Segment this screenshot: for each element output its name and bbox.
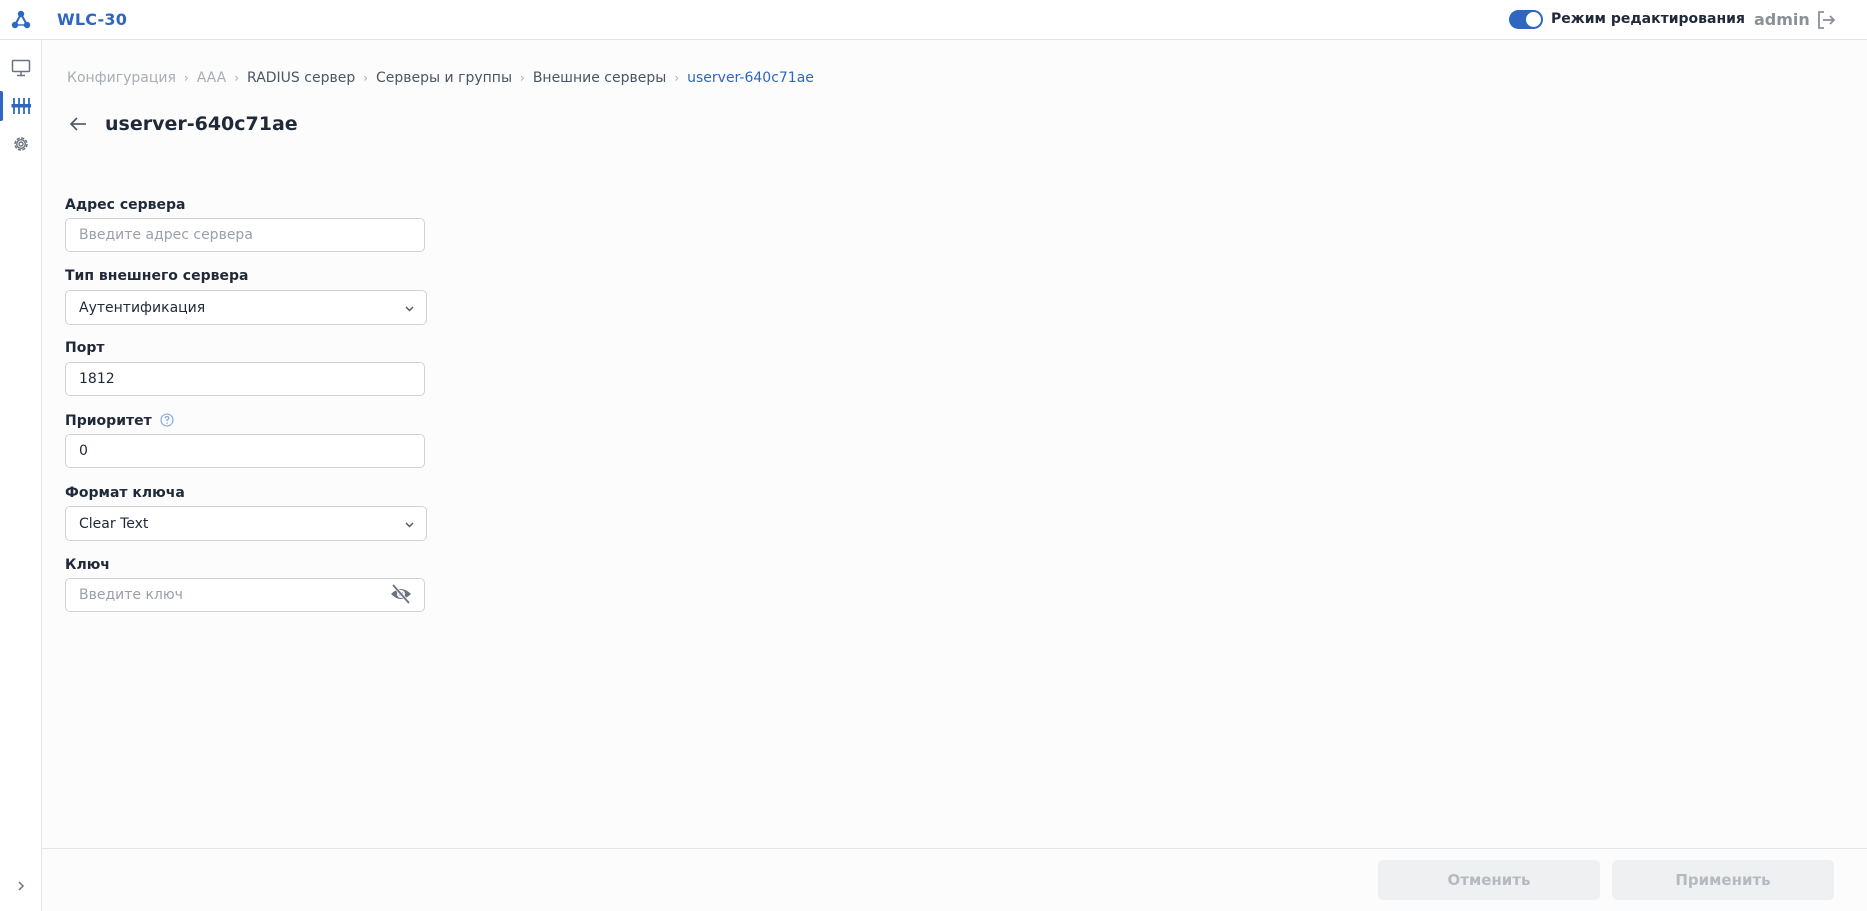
sidebar-item-monitoring[interactable] bbox=[0, 50, 42, 86]
sidebar-item-configuration[interactable] bbox=[0, 88, 42, 124]
toggle-knob bbox=[1526, 12, 1541, 27]
priority-label: Приоритет bbox=[65, 413, 174, 429]
user-name: admin bbox=[1754, 10, 1810, 29]
server-address-input[interactable] bbox=[65, 218, 425, 252]
chevron-down-icon bbox=[405, 306, 414, 312]
page-title: userver-640c71ae bbox=[105, 113, 298, 135]
network-nodes-icon bbox=[11, 10, 31, 29]
port-label: Порт bbox=[65, 340, 105, 356]
server-address-label: Адрес сервера bbox=[65, 197, 186, 213]
breadcrumb-item-servers-groups[interactable]: Серверы и группы bbox=[376, 70, 512, 86]
priority-label-text: Приоритет bbox=[65, 413, 152, 429]
chevron-right-icon: › bbox=[674, 71, 680, 85]
key-format-value: Clear Text bbox=[79, 516, 149, 532]
port-input[interactable] bbox=[65, 362, 425, 396]
breadcrumb-item-external-servers[interactable]: Внешние серверы bbox=[533, 70, 667, 86]
breadcrumb-item-current: userver-640c71ae bbox=[687, 70, 814, 86]
gear-icon bbox=[14, 137, 28, 151]
key-format-select[interactable]: Clear Text bbox=[65, 506, 427, 541]
chevron-right-icon: › bbox=[363, 71, 369, 85]
breadcrumb-item-aaa[interactable]: AAA bbox=[197, 70, 227, 86]
top-bar: WLC-30 Режим редактирования admin bbox=[0, 0, 1867, 40]
priority-input[interactable] bbox=[65, 434, 425, 468]
apply-button[interactable]: Применить bbox=[1612, 860, 1834, 900]
key-format-label: Формат ключа bbox=[65, 485, 185, 501]
chevron-right-icon: › bbox=[183, 71, 189, 85]
server-type-value: Аутентификация bbox=[79, 300, 206, 316]
key-input[interactable] bbox=[65, 578, 425, 612]
edit-mode-toggle[interactable] bbox=[1509, 10, 1543, 29]
breadcrumb-item-radius[interactable]: RADIUS сервер bbox=[247, 70, 355, 86]
cancel-button[interactable]: Отменить bbox=[1378, 860, 1600, 900]
server-type-select[interactable]: Аутентификация bbox=[65, 290, 427, 325]
breadcrumb: Конфигурация › AAA › RADIUS сервер › Серверы и… bbox=[67, 70, 814, 86]
logout-icon[interactable] bbox=[1815, 9, 1837, 31]
sliders-icon bbox=[11, 98, 31, 114]
monitor-icon bbox=[11, 59, 31, 77]
back-button[interactable] bbox=[67, 113, 89, 135]
server-type-label: Тип внешнего сервера bbox=[65, 268, 249, 284]
breadcrumb-item-configuration[interactable]: Конфигурация bbox=[67, 70, 176, 86]
key-label: Ключ bbox=[65, 557, 110, 573]
chevron-right-icon[interactable] bbox=[12, 877, 30, 895]
sidebar bbox=[0, 40, 42, 911]
chevron-right-icon: › bbox=[520, 71, 525, 85]
chevron-down-icon bbox=[405, 522, 414, 528]
question-circle-icon[interactable] bbox=[160, 413, 174, 427]
chevron-right-icon: › bbox=[234, 71, 240, 85]
app-title: WLC-30 bbox=[57, 10, 128, 29]
edit-mode-label: Режим редактирования bbox=[1551, 11, 1745, 27]
sidebar-item-settings[interactable] bbox=[0, 126, 42, 162]
eye-off-icon[interactable] bbox=[389, 583, 413, 605]
